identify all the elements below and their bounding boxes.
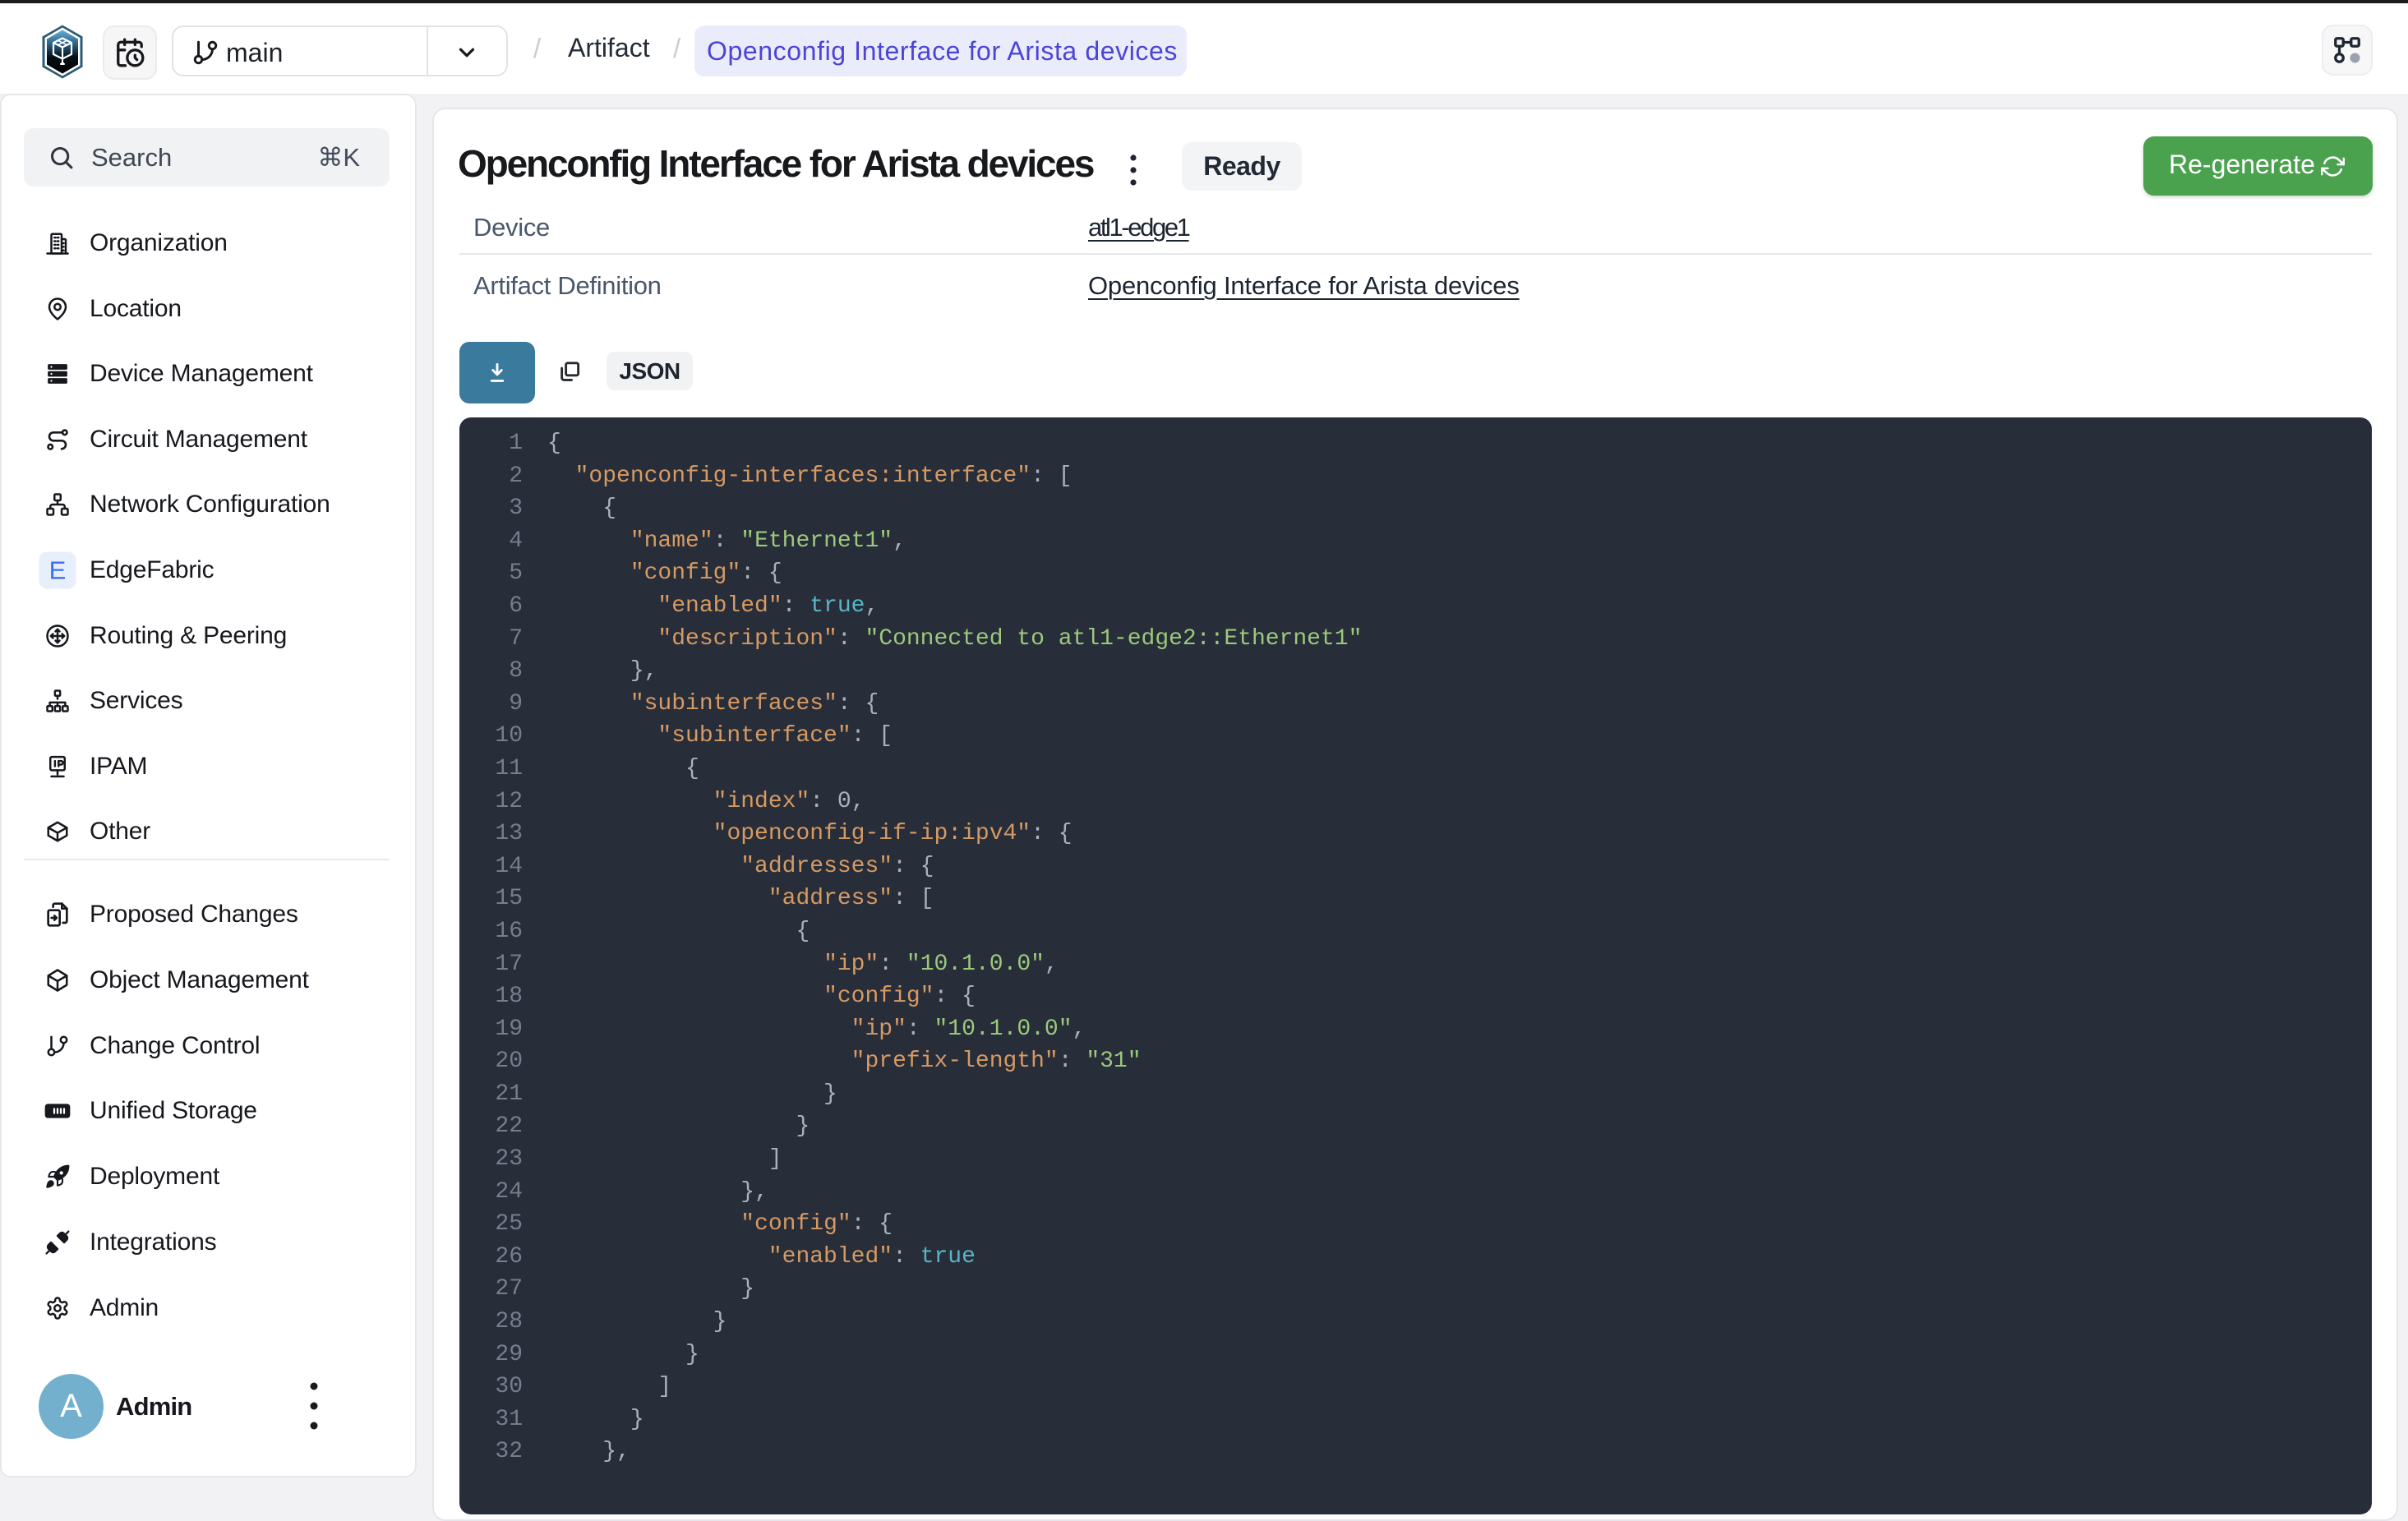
svg-text:E: E [49,556,67,585]
